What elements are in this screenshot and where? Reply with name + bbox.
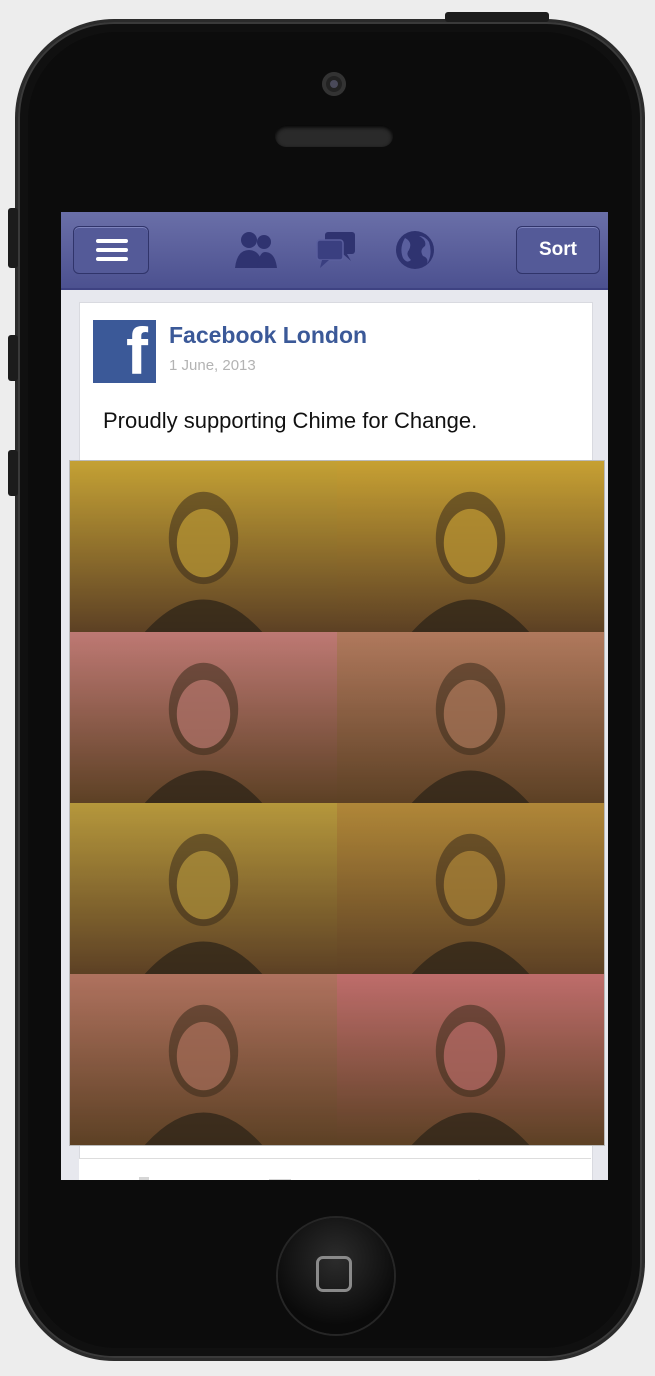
top-navbar: Sort bbox=[61, 212, 608, 290]
photo-tile[interactable] bbox=[337, 974, 604, 1145]
globe-icon[interactable] bbox=[393, 228, 437, 277]
hamburger-icon bbox=[96, 239, 128, 243]
post-text: Proudly supporting Chime for Change. bbox=[103, 408, 478, 433]
photo-tile[interactable] bbox=[337, 632, 604, 803]
messages-icon[interactable] bbox=[313, 228, 359, 277]
home-button-icon bbox=[316, 1256, 352, 1292]
volume-up-button bbox=[8, 335, 18, 381]
photo-tile[interactable] bbox=[70, 632, 337, 803]
page-name-link[interactable]: Facebook London bbox=[169, 322, 367, 349]
front-camera-icon bbox=[322, 72, 346, 96]
facebook-logo-icon[interactable]: f bbox=[93, 314, 156, 388]
hamburger-line bbox=[96, 257, 128, 261]
hamburger-line bbox=[96, 248, 128, 252]
friends-icon[interactable] bbox=[231, 228, 281, 277]
speaker-grille bbox=[275, 125, 393, 147]
post-action-bar bbox=[79, 1158, 591, 1180]
photo-tile[interactable] bbox=[70, 461, 337, 632]
photo-tile[interactable] bbox=[337, 461, 604, 632]
post-date[interactable]: 1 June, 2013 bbox=[169, 357, 256, 374]
menu-button[interactable] bbox=[73, 226, 149, 274]
photo-tile[interactable] bbox=[70, 974, 337, 1145]
photo-tile[interactable] bbox=[70, 803, 337, 974]
photo-grid[interactable] bbox=[69, 460, 605, 1146]
volume-down-button bbox=[8, 450, 18, 496]
home-button[interactable] bbox=[278, 1218, 394, 1334]
photo-tile[interactable] bbox=[337, 803, 604, 974]
screen: Sort f Facebook London 1 June, 2013 Prou… bbox=[61, 212, 608, 1180]
power-button bbox=[445, 12, 549, 22]
sort-button[interactable]: Sort bbox=[516, 226, 600, 274]
mute-switch bbox=[8, 208, 18, 268]
